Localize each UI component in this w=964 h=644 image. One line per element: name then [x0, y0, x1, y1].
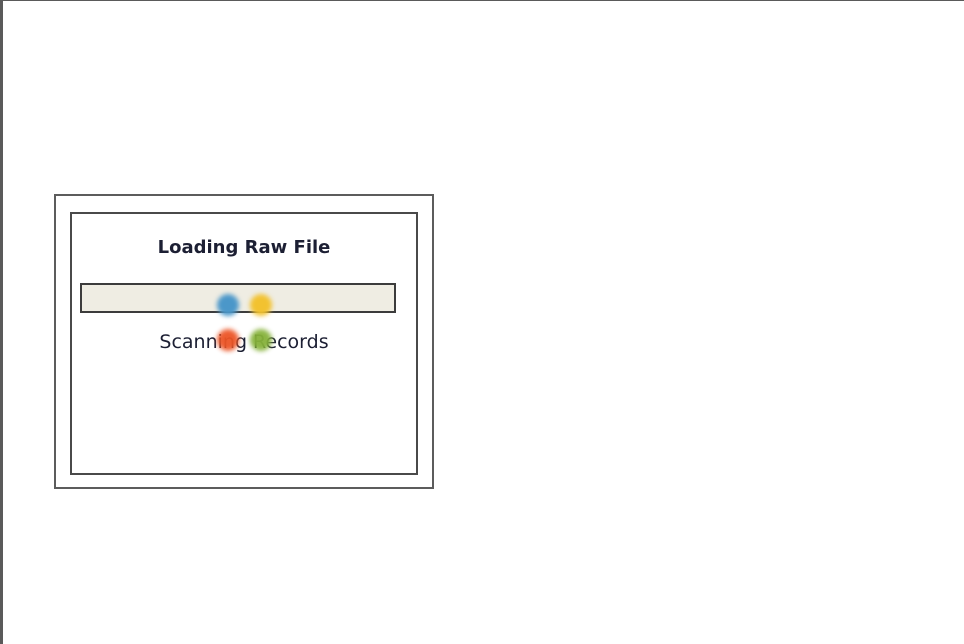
spinner-dot-yellow-icon — [250, 294, 272, 316]
spinner-dot-blue-icon — [217, 294, 239, 316]
spinner-dot-red-icon — [217, 329, 239, 351]
spinner-dot-green-icon — [250, 329, 272, 351]
dialog-title: Loading Raw File — [157, 237, 331, 258]
status-text: Scanning Records — [159, 331, 329, 353]
